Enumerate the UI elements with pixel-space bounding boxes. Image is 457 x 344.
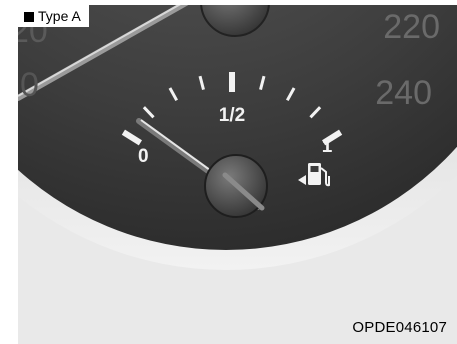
fuel-gauge-illustration: 220 240 20 0 0 1/2 1 <box>18 5 457 270</box>
fuel-label-full: 1 <box>322 136 333 157</box>
speed-number-partial-left-2: 0 <box>20 66 39 104</box>
reference-code: OPDE046107 <box>352 319 447 336</box>
bullet-square-icon <box>24 12 34 22</box>
speed-number-240: 240 <box>375 74 432 112</box>
type-label-text: Type A <box>38 8 81 24</box>
type-label: Type A <box>18 5 89 27</box>
speed-number-220: 220 <box>383 8 440 46</box>
fuel-label-half: 1/2 <box>219 105 245 126</box>
figure-frame: 220 240 20 0 0 1/2 1 Type A <box>18 5 457 344</box>
fuel-label-empty: 0 <box>138 146 149 167</box>
